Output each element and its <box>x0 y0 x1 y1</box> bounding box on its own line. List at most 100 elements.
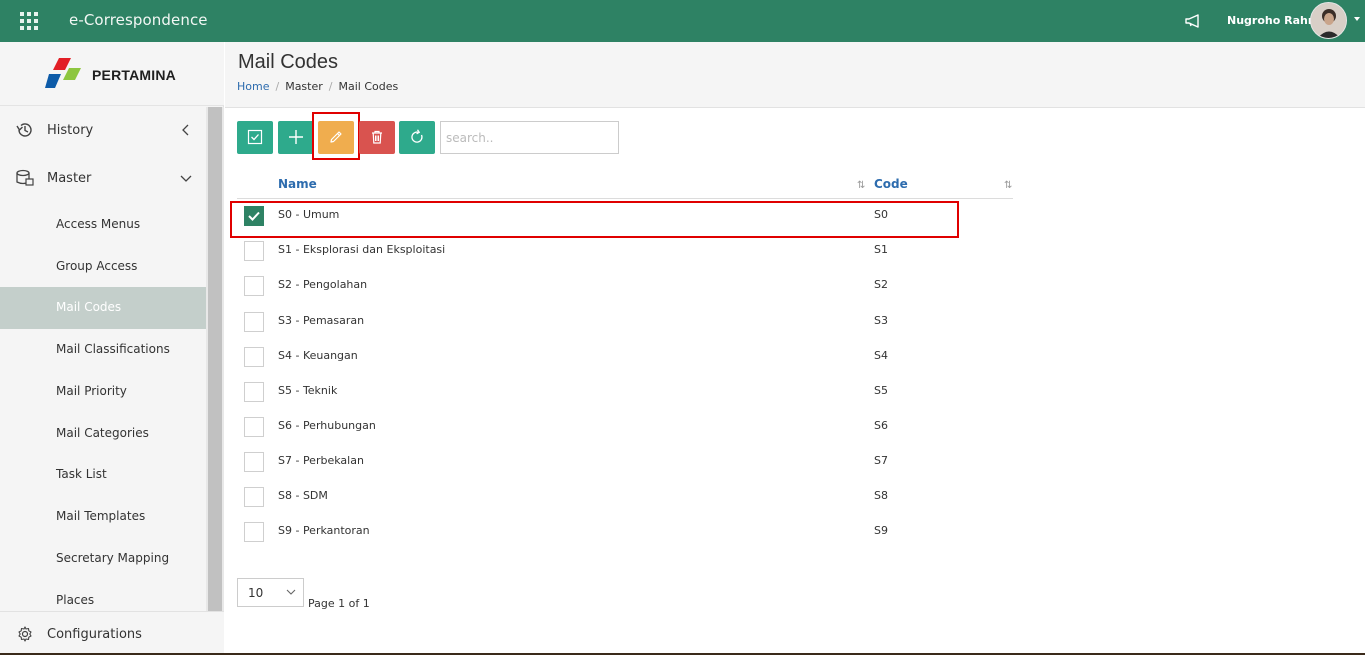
database-icon <box>16 169 34 186</box>
sidebar-item-mail-priority[interactable]: Mail Priority <box>0 371 206 413</box>
select-all-button[interactable] <box>237 121 273 154</box>
sidebar-item-label: Secretary Mapping <box>56 551 170 565</box>
sidebar-item-label: Task List <box>56 467 107 481</box>
sidebar-scrollbar-thumb[interactable] <box>208 107 222 611</box>
sidebar-item-label: Access Menus <box>56 217 141 231</box>
chevron-down-icon <box>180 175 192 182</box>
delete-button[interactable] <box>359 121 395 154</box>
row-code: S3 <box>874 314 888 327</box>
sidebar-item-group-access[interactable]: Group Access <box>0 246 206 288</box>
row-code: S6 <box>874 419 888 432</box>
user-menu-caret-icon[interactable] <box>1354 17 1360 21</box>
sidebar: PERTAMINA History Master Access Menus Gr… <box>0 42 224 655</box>
refresh-icon <box>411 129 423 143</box>
app-title: e-Correspondence <box>69 11 208 29</box>
breadcrumb-master: Master <box>285 80 323 93</box>
row-code: S8 <box>874 489 888 502</box>
row-code: S2 <box>874 278 888 291</box>
sidebar-menu: History Master Access Menus Group Access… <box>0 107 206 611</box>
row-checkbox[interactable] <box>244 347 264 367</box>
table-row[interactable]: S2 - Pengolahan S2 <box>237 269 1013 304</box>
pertamina-logo-icon <box>45 58 81 88</box>
page-size-value: 10 <box>248 586 264 600</box>
table-row[interactable]: S1 - Eksplorasi dan Eksploitasi S1 <box>237 234 1013 269</box>
sidebar-item-label: Mail Templates <box>56 509 146 523</box>
breadcrumb-current: Mail Codes <box>338 80 399 93</box>
breadcrumb-home[interactable]: Home <box>237 80 269 93</box>
sidebar-group-history[interactable]: History <box>0 107 206 153</box>
megaphone-icon[interactable] <box>1184 12 1204 30</box>
row-checkbox[interactable] <box>244 241 264 261</box>
sidebar-item-access-menus[interactable]: Access Menus <box>0 204 206 246</box>
row-checkbox[interactable] <box>244 276 264 296</box>
sidebar-item-label: Configurations <box>47 627 142 642</box>
page-size-select[interactable]: 10 <box>237 578 304 607</box>
column-header-code[interactable]: Code <box>874 177 908 191</box>
page-title: Mail Codes <box>238 51 339 73</box>
chevron-left-icon <box>182 124 189 136</box>
gear-icon <box>18 626 32 642</box>
sidebar-item-mail-codes[interactable]: Mail Codes <box>0 287 206 329</box>
search-input[interactable] <box>440 121 619 154</box>
sidebar-group-master[interactable]: Master <box>0 155 206 201</box>
sidebar-item-places[interactable]: Places <box>0 580 206 611</box>
sort-icon[interactable]: ⇅ <box>857 180 865 191</box>
row-name: S6 - Perhubungan <box>278 419 376 432</box>
row-name: S3 - Pemasaran <box>278 314 365 327</box>
sidebar-item-label: Places <box>56 593 95 607</box>
selected-row-highlight <box>230 201 959 238</box>
row-code: S5 <box>874 384 888 397</box>
row-checkbox[interactable] <box>244 522 264 542</box>
table-row[interactable]: S9 - Perkantoran S9 <box>237 515 1013 550</box>
add-button[interactable] <box>278 121 314 154</box>
row-checkbox[interactable] <box>244 417 264 437</box>
table-row[interactable]: S7 - Perbekalan S7 <box>237 445 1013 480</box>
row-code: S4 <box>874 349 888 362</box>
sidebar-item-label: Mail Codes <box>56 300 122 314</box>
row-checkbox[interactable] <box>244 312 264 332</box>
row-name: S2 - Pengolahan <box>278 278 368 291</box>
row-code: S1 <box>874 243 888 256</box>
table-row[interactable]: S6 - Perhubungan S6 <box>237 410 1013 445</box>
sidebar-item-secretary-mapping[interactable]: Secretary Mapping <box>0 538 206 580</box>
sidebar-item-label: Mail Categories <box>56 426 149 440</box>
breadcrumb: Home / Master / Mail Codes <box>237 80 398 93</box>
user-name[interactable]: Nugroho Rahm <box>1227 14 1319 27</box>
table-row[interactable]: S4 - Keuangan S4 <box>237 340 1013 375</box>
plus-icon <box>289 130 303 144</box>
column-header-name[interactable]: Name <box>278 177 317 191</box>
row-checkbox[interactable] <box>244 487 264 507</box>
row-checkbox[interactable] <box>244 452 264 472</box>
page-header: Mail Codes Home / Master / Mail Codes <box>225 42 1365 108</box>
sidebar-group-label: History <box>47 123 94 138</box>
top-bar: e-Correspondence Nugroho Rahm <box>0 0 1365 42</box>
table-row[interactable]: S8 - SDM S8 <box>237 480 1013 515</box>
row-name: S4 - Keuangan <box>278 349 358 362</box>
row-name: S5 - Teknik <box>278 384 338 397</box>
table-row[interactable]: S5 - Teknik S5 <box>237 375 1013 410</box>
row-name: S9 - Perkantoran <box>278 524 370 537</box>
chevron-down-icon <box>286 589 296 595</box>
sidebar-item-mail-classifications[interactable]: Mail Classifications <box>0 329 206 371</box>
sidebar-item-configurations[interactable]: Configurations <box>0 611 224 655</box>
sidebar-scrollbar[interactable] <box>206 107 224 611</box>
refresh-button[interactable] <box>399 121 435 154</box>
sort-icon[interactable]: ⇅ <box>1004 180 1012 191</box>
apps-grid-icon[interactable] <box>20 12 38 30</box>
page-info: Page 1 of 1 <box>308 597 370 610</box>
row-checkbox[interactable] <box>244 382 264 402</box>
avatar[interactable] <box>1310 2 1347 39</box>
sidebar-item-mail-categories[interactable]: Mail Categories <box>0 413 206 455</box>
breadcrumb-separator: / <box>328 80 333 93</box>
row-name: S7 - Perbekalan <box>278 454 364 467</box>
history-icon <box>16 123 32 137</box>
sidebar-item-label: Mail Classifications <box>56 342 170 356</box>
logo-text: PERTAMINA <box>92 67 176 83</box>
table-row[interactable]: S3 - Pemasaran S3 <box>237 305 1013 340</box>
checkbox-icon <box>247 129 263 145</box>
trash-icon <box>372 130 382 144</box>
user-photo-icon <box>1311 3 1346 38</box>
sidebar-item-task-list[interactable]: Task List <box>0 454 206 496</box>
breadcrumb-separator: / <box>275 80 280 93</box>
sidebar-item-mail-templates[interactable]: Mail Templates <box>0 496 206 538</box>
